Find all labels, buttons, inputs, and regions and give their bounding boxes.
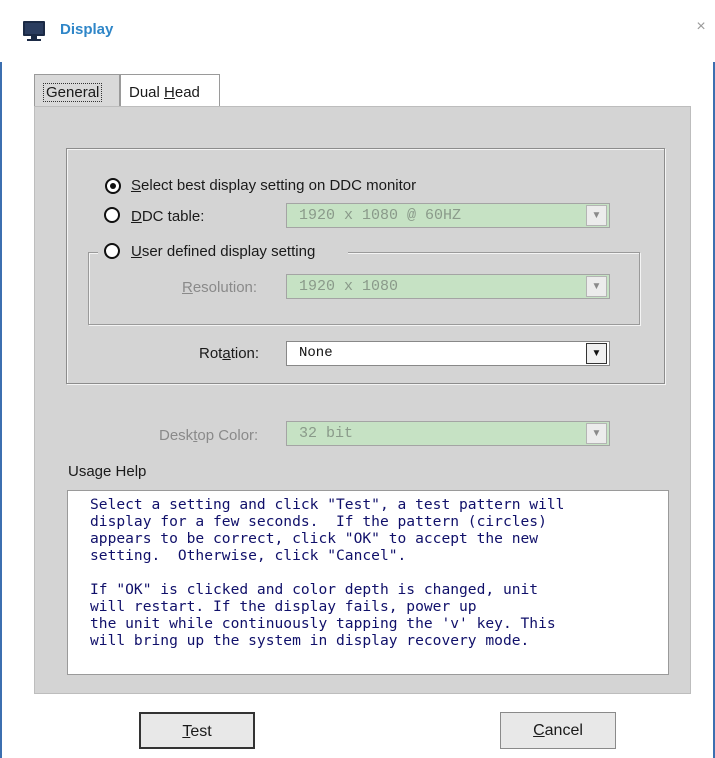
usage-help-label: Usage Help [68, 463, 147, 480]
tab-dual-head-label: Dual Head [129, 84, 200, 101]
resolution-select[interactable]: 1920 x 1080 [286, 274, 610, 299]
window-title: Display [60, 21, 114, 38]
monitor-icon [23, 21, 45, 41]
tab-general[interactable]: General [34, 74, 120, 107]
ddc-table-select[interactable]: 1920 x 1080 @ 60HZ [286, 203, 610, 228]
ddc-table-value: 1920 x 1080 @ 60HZ [299, 207, 462, 224]
desktop-color-value: 32 bit [299, 425, 354, 442]
chevron-down-icon[interactable]: ▼ [586, 205, 607, 226]
usage-help-text: Select a setting and click "Test", a tes… [67, 490, 669, 675]
chevron-down-icon[interactable]: ▼ [586, 343, 607, 364]
test-button[interactable]: Test [139, 712, 255, 749]
desktop-color-select[interactable]: 32 bit [286, 421, 610, 446]
tab-dual-head[interactable]: Dual Head [120, 74, 220, 107]
rotation-select[interactable]: None [286, 341, 610, 366]
rotation-label: Rotation: [199, 345, 260, 362]
user-defined-label[interactable]: User defined display setting [131, 243, 315, 260]
user-defined-radio[interactable] [104, 243, 120, 259]
rotation-value: None [299, 345, 333, 361]
title-bar: Display × [0, 0, 715, 62]
ddc-table-label[interactable]: DDC table: [131, 208, 204, 225]
resolution-value: 1920 x 1080 [299, 278, 399, 295]
chevron-down-icon[interactable]: ▼ [586, 423, 607, 444]
resolution-label: Resolution: [182, 279, 258, 296]
close-icon[interactable]: × [693, 19, 709, 35]
best-setting-label[interactable]: Select best display setting on DDC monit… [131, 177, 416, 194]
best-setting-radio[interactable] [105, 178, 121, 194]
chevron-down-icon[interactable]: ▼ [586, 276, 607, 297]
ddc-table-radio[interactable] [104, 207, 120, 223]
desktop-color-label: Desktop Color: [159, 427, 259, 444]
cancel-button[interactable]: Cancel [500, 712, 616, 749]
tab-general-label: General [43, 83, 103, 102]
